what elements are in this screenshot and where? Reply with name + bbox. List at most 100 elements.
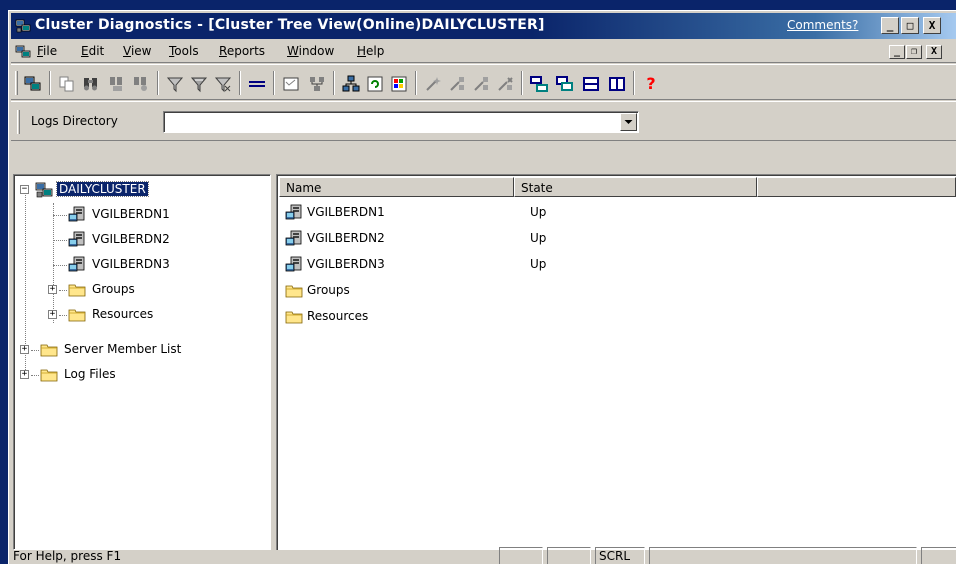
logs-directory-label: Logs Directory (31, 114, 118, 128)
tree-node-vgilberdn1[interactable]: VGILBERDN1 (14, 205, 264, 225)
tree-node-label: VGILBERDN3 (92, 257, 170, 271)
toolbar-separator (49, 71, 51, 95)
menu-tools[interactable]: Tools (169, 44, 199, 58)
menu-help[interactable]: Help (357, 44, 384, 58)
split-horizontal-icon[interactable] (581, 74, 601, 94)
separator-bar-icon[interactable] (247, 74, 267, 94)
list-item-state: Up (530, 205, 547, 219)
cascade-icon[interactable] (555, 74, 575, 94)
expand-button[interactable]: + (20, 345, 29, 354)
wand-group-icon[interactable] (471, 74, 491, 94)
close-button[interactable]: X (923, 17, 941, 34)
logs-directory-combo[interactable] (163, 111, 639, 133)
list-item-state: Up (530, 257, 547, 271)
cluster-icon[interactable] (23, 74, 43, 94)
cluster-app-icon (15, 19, 31, 33)
refresh-icon[interactable] (365, 74, 385, 94)
list-item[interactable]: VGILBERDN3 Up (281, 253, 881, 277)
server-node-icon (285, 204, 302, 220)
list-item[interactable]: VGILBERDN2 Up (281, 227, 881, 251)
find-resource-icon[interactable] (131, 74, 151, 94)
status-panel (499, 547, 543, 564)
list-item[interactable]: VGILBERDN1 Up (281, 201, 881, 225)
nodes-icon[interactable] (341, 74, 361, 94)
status-bar: For Help, press F1 SCRL (11, 545, 956, 564)
find-icon[interactable] (81, 74, 101, 94)
copy-icon[interactable] (57, 74, 77, 94)
server-node-icon (68, 231, 85, 247)
tree-node-dailycluster[interactable]: − DAILYCLUSTER (14, 180, 264, 200)
folder-icon (68, 309, 86, 322)
list-item-name: VGILBERDN1 (307, 205, 385, 219)
toolbar-separator (157, 71, 159, 95)
column-header-state[interactable]: State (514, 177, 757, 197)
tree-node-vgilberdn3[interactable]: VGILBERDN3 (14, 255, 264, 275)
tree-node-groups[interactable]: + Groups (14, 280, 264, 300)
menu-reports[interactable]: Reports (219, 44, 265, 58)
toolbar-separator (239, 71, 241, 95)
tile-horizontal-icon[interactable] (529, 74, 549, 94)
cluster-icon (35, 182, 53, 198)
details-list-pane[interactable]: Name State VGILBERDN1 Up VGILBERDN2 Up V… (276, 174, 956, 550)
report-icon[interactable] (389, 74, 409, 94)
menu-edit[interactable]: Edit (81, 44, 104, 58)
menu-view[interactable]: View (123, 44, 151, 58)
mdi-close-button[interactable]: X (926, 45, 942, 59)
toolbar-separator (415, 71, 417, 95)
collapse-button[interactable]: − (20, 185, 29, 194)
wand-node-icon[interactable] (447, 74, 467, 94)
toolbar-separator (273, 71, 275, 95)
maximize-button[interactable]: □ (901, 17, 919, 34)
title-bar[interactable]: Cluster Diagnostics - [Cluster Tree View… (11, 13, 956, 39)
list-item-state: Up (530, 231, 547, 245)
status-panel (547, 547, 591, 564)
help-icon[interactable]: ? (641, 74, 661, 94)
expand-button[interactable]: + (20, 370, 29, 379)
status-panel (649, 547, 917, 564)
mdi-restore-button[interactable]: ❐ (906, 45, 922, 59)
expand-button[interactable]: + (48, 285, 57, 294)
column-header-name[interactable]: Name (279, 177, 514, 197)
wand-icon[interactable] (423, 74, 443, 94)
menu-file[interactable]: File (37, 44, 57, 58)
server-node-icon (68, 256, 85, 272)
minimize-button[interactable]: _ (881, 17, 899, 34)
list-item[interactable]: Resources (281, 305, 881, 329)
split-vertical-icon[interactable] (607, 74, 627, 94)
toolbar: ? (11, 64, 956, 100)
folder-icon (68, 284, 86, 297)
expand-button[interactable]: + (48, 310, 57, 319)
filter-edit-icon[interactable] (189, 74, 209, 94)
filter-clear-icon[interactable] (213, 74, 233, 94)
folder-icon (40, 369, 58, 382)
mdi-minimize-button[interactable]: _ (889, 45, 905, 59)
tree-node-resources[interactable]: + Resources (14, 305, 264, 325)
comments-link[interactable]: Comments? (787, 18, 858, 32)
wand-resource-icon[interactable] (495, 74, 515, 94)
server-node-icon (285, 230, 302, 246)
tree-node-log-files[interactable]: + Log Files (14, 365, 264, 385)
tree-node-label: Groups (92, 282, 135, 296)
tree-node-vgilberdn2[interactable]: VGILBERDN2 (14, 230, 264, 250)
status-panel-scrl: SCRL (595, 547, 645, 564)
tree-node-server-member-list[interactable]: + Server Member List (14, 340, 264, 360)
chevron-down-icon (624, 120, 633, 124)
combo-dropdown-button[interactable] (620, 113, 637, 131)
mdi-child-icon[interactable] (15, 44, 31, 60)
toolbar-grip[interactable] (15, 71, 18, 95)
logs-bar-grip[interactable] (17, 110, 20, 134)
tree-node-label: DAILYCLUSTER (56, 181, 149, 197)
app-window: Cluster Diagnostics - [Cluster Tree View… (8, 10, 956, 564)
properties-icon[interactable] (281, 74, 301, 94)
server-node-icon (285, 256, 302, 272)
find-node-icon[interactable] (107, 74, 127, 94)
tree-node-label: Log Files (64, 367, 116, 381)
cluster-tree-pane[interactable]: − DAILYCLUSTER VGILBERDN1 VGILBERDN2 VGI… (13, 174, 271, 550)
column-header-empty[interactable] (757, 177, 956, 197)
filter-icon[interactable] (165, 74, 185, 94)
server-node-icon (68, 206, 85, 222)
menu-window[interactable]: Window (287, 44, 334, 58)
network-icon[interactable] (307, 74, 327, 94)
list-item[interactable]: Groups (281, 279, 881, 303)
list-item-name: VGILBERDN2 (307, 231, 385, 245)
